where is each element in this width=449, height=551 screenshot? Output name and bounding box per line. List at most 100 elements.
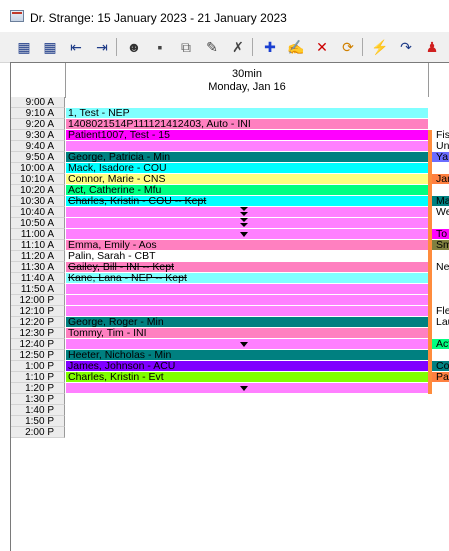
adjacent-appointment-cell[interactable]: Ne	[432, 262, 449, 273]
move-icon[interactable]: ▪	[150, 37, 170, 57]
empty-slot-cell[interactable]	[66, 229, 428, 240]
next-period-icon[interactable]: ⇥	[92, 37, 112, 57]
appointment-cell[interactable]: James, Johnson - ACU	[66, 361, 428, 372]
user-alert-icon[interactable]: ♟	[422, 37, 442, 57]
appointment-cell[interactable]: Mack, Isadore - COU	[66, 163, 428, 174]
more-appointments-icon[interactable]	[240, 386, 248, 391]
adjacent-empty-cell[interactable]	[432, 163, 449, 174]
adjacent-empty-cell[interactable]	[432, 108, 449, 119]
time-slot-row: 11:40 A Kane, Lana - NEP -- Kept	[11, 273, 449, 284]
appointment-cell[interactable]: Emma, Emily - Aos	[66, 240, 428, 251]
delete-appointment-icon[interactable]: ✕	[312, 37, 332, 57]
adjacent-empty-cell[interactable]	[432, 251, 449, 262]
appointment-cell[interactable]: Patient1007, Test - 15	[66, 130, 428, 141]
time-slot-row: 1:20 P	[11, 383, 449, 394]
adjacent-empty-cell[interactable]	[432, 427, 449, 438]
refresh-icon[interactable]: ⟳	[338, 37, 358, 57]
empty-slot-cell[interactable]	[66, 284, 428, 295]
adjacent-empty-cell[interactable]	[432, 295, 449, 306]
empty-slot-cell[interactable]	[66, 218, 428, 229]
time-label: 12:50 P	[11, 350, 65, 361]
edit-appointment-icon[interactable]: ✍	[286, 37, 306, 57]
adjacent-appointment-cell[interactable]: We	[432, 207, 449, 218]
appointment-cell[interactable]: 1408021514P111121412403, Auto - INI	[66, 119, 428, 130]
appointment-cell[interactable]: Charles, Kristin - COU -- Kept	[66, 196, 428, 207]
add-appointment-icon[interactable]: ✚	[260, 37, 280, 57]
empty-slot-cell[interactable]	[66, 339, 428, 350]
adjacent-empty-cell[interactable]	[432, 119, 449, 130]
appointment-cell[interactable]: Connor, Marie - CNS	[66, 174, 428, 185]
adjacent-empty-cell[interactable]	[432, 328, 449, 339]
toolbar-separator	[252, 38, 253, 56]
adjacent-appointment-cell[interactable]: Lau	[432, 317, 449, 328]
adjacent-empty-cell[interactable]	[432, 405, 449, 416]
adjacent-empty-cell[interactable]	[432, 185, 449, 196]
adjacent-empty-cell[interactable]	[432, 394, 449, 405]
appointment-cell[interactable]: 1, Test - NEP	[66, 108, 428, 119]
appointment-cell[interactable]: Heeter, Nicholas - Min	[66, 350, 428, 361]
appointment-cell[interactable]: George, Patricia - Min	[66, 152, 428, 163]
redo-icon[interactable]: ↷	[396, 37, 416, 57]
appointment-cell[interactable]: Act, Catherine - Mfu	[66, 185, 428, 196]
adjacent-appointment-cell[interactable]: Un	[432, 141, 449, 152]
adjacent-empty-cell[interactable]	[432, 273, 449, 284]
appointment-cell[interactable]: Gailey, Bill - INI -- Kept	[66, 262, 428, 273]
stacked-appointments-icon[interactable]	[240, 207, 249, 217]
empty-slot-cell[interactable]	[66, 405, 428, 416]
time-label: 12:10 P	[11, 306, 65, 317]
week-view-icon[interactable]: ▦	[40, 37, 60, 57]
empty-slot-cell[interactable]	[66, 97, 428, 108]
appointment-cell[interactable]: Kane, Lana - NEP -- Kept	[66, 273, 428, 284]
toolbar-separator	[362, 38, 363, 56]
time-slot-row: 10:10 AConnor, Marie - CNS Jar	[11, 174, 449, 185]
copy-icon[interactable]: ⧉	[176, 37, 196, 57]
empty-slot-cell[interactable]	[66, 306, 428, 317]
adjacent-appointment-cell[interactable]: Act	[432, 339, 449, 350]
adjacent-appointment-cell[interactable]: Ma	[432, 196, 449, 207]
stacked-appointments-icon[interactable]	[240, 218, 249, 228]
empty-slot-cell[interactable]	[66, 394, 428, 405]
time-slot-row: 10:50 A	[11, 218, 449, 229]
more-appointments-icon[interactable]	[240, 342, 248, 347]
time-slot-row: 10:00 A Mack, Isadore - COU	[11, 163, 449, 174]
find-patient-icon[interactable]: ☻	[124, 37, 144, 57]
more-appointments-icon[interactable]	[240, 232, 248, 237]
adjacent-empty-cell[interactable]	[432, 284, 449, 295]
empty-slot-cell[interactable]	[66, 383, 428, 394]
time-label: 11:40 A	[11, 273, 65, 284]
time-label: 1:20 P	[11, 383, 65, 394]
empty-slot-cell[interactable]	[66, 427, 428, 438]
column-date[interactable]: Monday, Jan 16	[66, 81, 428, 93]
adjacent-empty-cell[interactable]	[432, 350, 449, 361]
empty-slot-cell[interactable]	[66, 295, 428, 306]
adjacent-appointment-cell[interactable]: Pa	[432, 372, 449, 383]
adjacent-appointment-cell[interactable]: Fle	[432, 306, 449, 317]
tools-icon[interactable]: ✗	[228, 37, 248, 57]
appointment-cell[interactable]: Tommy, Tim - INI	[66, 328, 428, 339]
flash-icon[interactable]: ⚡	[370, 37, 390, 57]
toolbar: ▦ ▦ ⇤ ⇥ ☻ ▪ ⧉ ✎ ✗ ✚ ✍ ✕ ⟳ ⚡ ↷ ♟	[0, 32, 449, 63]
prev-period-icon[interactable]: ⇤	[66, 37, 86, 57]
adjacent-appointment-cell[interactable]: Sm	[432, 240, 449, 251]
time-slot-row: 12:10 P Fle	[11, 306, 449, 317]
adjacent-appointment-cell[interactable]: Jar	[432, 174, 449, 185]
time-slot-row: 9:50 A George, Patricia - Min Ya	[11, 152, 449, 163]
edit-patient-icon[interactable]: ✎	[202, 37, 222, 57]
empty-slot-cell[interactable]	[66, 416, 428, 427]
appointment-cell[interactable]: Palin, Sarah - CBT	[66, 251, 428, 262]
empty-slot-cell[interactable]	[66, 141, 428, 152]
adjacent-appointment-cell[interactable]: Co	[432, 361, 449, 372]
adjacent-empty-cell[interactable]	[432, 97, 449, 108]
adjacent-appointment-cell[interactable]: Ya	[432, 152, 449, 163]
adjacent-empty-cell[interactable]	[432, 383, 449, 394]
appointment-cell[interactable]: Charles, Kristin - Evt	[66, 372, 428, 383]
time-slot-row: 12:00 P	[11, 295, 449, 306]
time-label: 2:00 P	[11, 427, 65, 438]
adjacent-empty-cell[interactable]	[432, 218, 449, 229]
adjacent-empty-cell[interactable]	[432, 416, 449, 427]
day-view-icon[interactable]: ▦	[14, 37, 34, 57]
appointment-cell[interactable]: George, Roger - Min	[66, 317, 428, 328]
adjacent-appointment-cell[interactable]: Fis	[432, 130, 449, 141]
adjacent-appointment-cell[interactable]: To	[432, 229, 449, 240]
empty-slot-cell[interactable]	[66, 207, 428, 218]
